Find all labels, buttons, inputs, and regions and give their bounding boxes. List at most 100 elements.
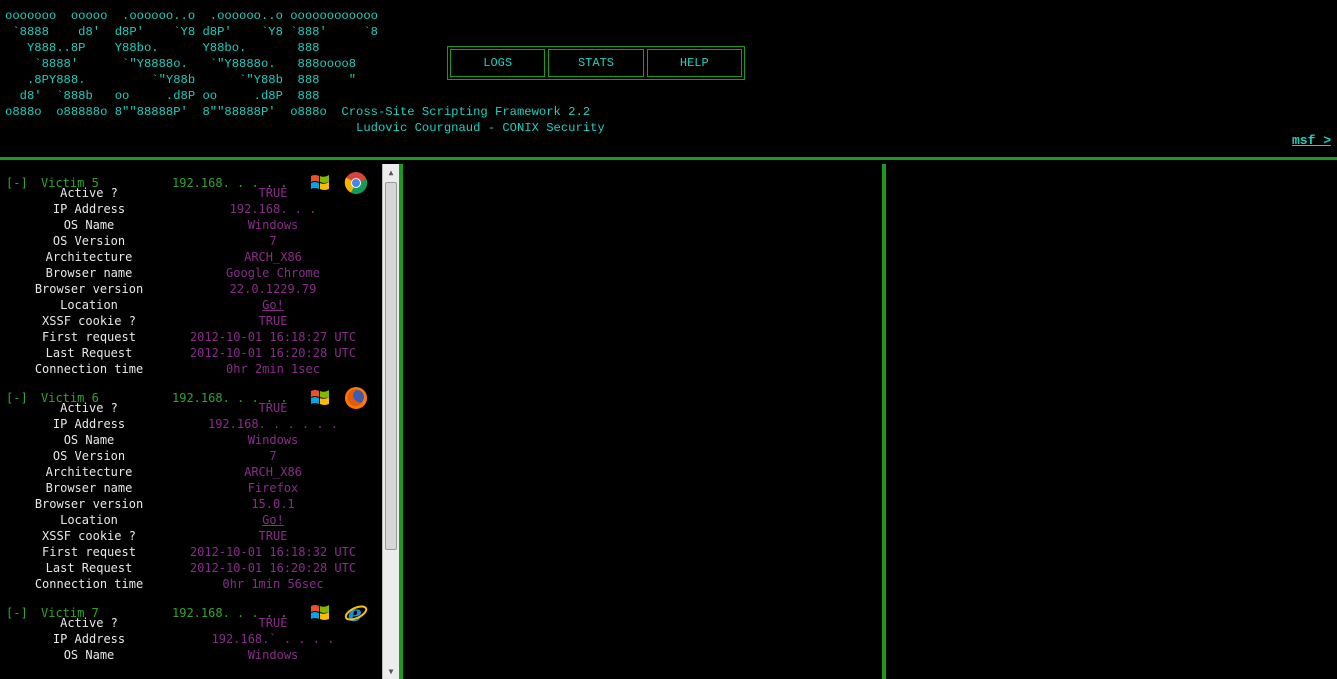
field-value: ARCH_X86 <box>244 250 302 264</box>
victims-panel: [-] Victim 5 192.168. . . . . Active ? T… <box>0 164 382 679</box>
victim-field-row: IP Address 192.168. . . . . . <box>0 417 382 433</box>
victim-field-row: First request 2012-10-01 16:18:27 UTC <box>0 330 382 346</box>
victim-field-row: Connection time 0hr 2min 1sec <box>0 362 382 378</box>
field-label: OS Name <box>63 433 115 447</box>
field-label: Active ? <box>60 401 118 415</box>
field-value: TRUE <box>258 401 288 415</box>
field-value: 2012-10-01 16:20:28 UTC <box>189 561 357 575</box>
field-value: Windows <box>247 218 299 232</box>
panel-divider-left <box>399 164 403 679</box>
field-value: TRUE <box>258 529 288 543</box>
victim-header: [-] Victim 6 192.168. . . . . <box>0 379 382 409</box>
victim-field-row: Last Request 2012-10-01 16:20:28 UTC <box>0 561 382 577</box>
victim-field-row: Architecture ARCH_X86 <box>0 465 382 481</box>
location-go-link[interactable]: Go! <box>180 298 366 312</box>
field-value: 7 <box>269 449 277 463</box>
field-label: XSSF cookie ? <box>42 314 136 328</box>
victim-field-row: Active ? TRUE <box>0 401 382 417</box>
field-value: 0hr 2min 1sec <box>226 362 320 376</box>
field-value: TRUE <box>258 616 288 630</box>
field-value: 192.168.` . . . . <box>211 632 335 646</box>
victim-field-row: Connection time 0hr 1min 56sec <box>0 577 382 593</box>
scroll-thumb[interactable] <box>385 182 397 550</box>
victim-field-row: XSSF cookie ? TRUE <box>0 529 382 545</box>
scroll-down-arrow-icon[interactable]: ▼ <box>383 663 399 679</box>
field-label: IP Address <box>52 632 126 646</box>
field-value: TRUE <box>258 314 288 328</box>
field-value: 2012-10-01 16:18:32 UTC <box>189 545 357 559</box>
field-label: Last Request <box>45 561 133 575</box>
victim-field-row: Browser version 22.0.1229.79 <box>0 282 382 298</box>
msf-link[interactable]: msf > <box>1292 133 1331 148</box>
field-label: First request <box>42 545 136 559</box>
victim-field-row: Location Go! <box>0 298 382 314</box>
field-label: Location <box>60 298 118 312</box>
victim-field-row: Browser version 15.0.1 <box>0 497 382 513</box>
victim-block: [-] Victim 6 192.168. . . . . Active ? T… <box>0 379 382 594</box>
field-value: 0hr 1min 56sec <box>222 577 324 591</box>
main-nav: LOGS STATS HELP <box>447 46 745 80</box>
location-go-link[interactable]: Go! <box>180 513 366 527</box>
field-label: Architecture <box>45 250 133 264</box>
field-value: Windows <box>247 648 299 662</box>
victim-field-row: Last Request 2012-10-01 16:20:28 UTC <box>0 346 382 362</box>
field-value: Google Chrome <box>226 266 320 280</box>
field-value: 7 <box>269 234 277 248</box>
victim-field-row: IP Address 192.168.` . . . . <box>0 632 382 648</box>
field-label: Active ? <box>60 616 118 630</box>
field-label: Browser version <box>34 497 144 511</box>
field-label: XSSF cookie ? <box>42 529 136 543</box>
victim-field-row: OS Version 7 <box>0 449 382 465</box>
field-label: OS Name <box>63 218 115 232</box>
scroll-up-arrow-icon[interactable]: ▲ <box>383 164 399 180</box>
victim-field-row: OS Name Windows <box>0 218 382 234</box>
help-button[interactable]: HELP <box>646 49 742 77</box>
field-label: OS Version <box>52 234 126 248</box>
field-value: 2012-10-01 16:18:27 UTC <box>189 330 357 344</box>
header-divider <box>0 157 1337 160</box>
field-value: 192.168. . . . . . <box>207 417 339 431</box>
victim-field-row: Location Go! <box>0 513 382 529</box>
victim-block: [-] Victim 7 192.168. . . . . e Active ?… <box>0 594 382 665</box>
victim-field-row: Browser name Google Chrome <box>0 266 382 282</box>
victim-header: [-] Victim 7 192.168. . . . . e <box>0 594 382 627</box>
victim-field-row: OS Name Windows <box>0 433 382 449</box>
victim-field-row: Browser name Firefox <box>0 481 382 497</box>
field-value: Firefox <box>247 481 299 495</box>
field-value: 192.168. . . <box>229 202 317 216</box>
victim-header: [-] Victim 5 192.168. . . . . <box>0 164 382 194</box>
victim-field-row: OS Name Windows <box>0 648 382 664</box>
field-label: Browser version <box>34 282 144 296</box>
logs-button[interactable]: LOGS <box>450 49 546 77</box>
field-label: First request <box>42 330 136 344</box>
panel-divider-right <box>882 164 886 679</box>
victim-field-row: Architecture ARCH_X86 <box>0 250 382 266</box>
field-label: OS Name <box>63 648 115 662</box>
victim-field-row: First request 2012-10-01 16:18:32 UTC <box>0 545 382 561</box>
field-label: Connection time <box>34 362 144 376</box>
field-label: Browser name <box>45 266 133 280</box>
field-value: 22.0.1229.79 <box>229 282 317 296</box>
field-label: Active ? <box>60 186 118 200</box>
field-value: ARCH_X86 <box>244 465 302 479</box>
victim-block: [-] Victim 5 192.168. . . . . Active ? T… <box>0 164 382 379</box>
field-value: Windows <box>247 433 299 447</box>
field-label: Last Request <box>45 346 133 360</box>
field-label: Architecture <box>45 465 133 479</box>
victims-scrollbar[interactable]: ▲ ▼ <box>382 164 399 679</box>
field-label: Browser name <box>45 481 133 495</box>
victim-field-row: XSSF cookie ? TRUE <box>0 314 382 330</box>
field-label: IP Address <box>52 417 126 431</box>
field-label: Location <box>60 513 118 527</box>
field-value: 15.0.1 <box>251 497 295 511</box>
victim-field-row: OS Version 7 <box>0 234 382 250</box>
field-label: OS Version <box>52 449 126 463</box>
victim-field-row: Active ? TRUE <box>0 616 382 632</box>
victim-field-row: Active ? TRUE <box>0 186 382 202</box>
victim-field-row: IP Address 192.168. . . <box>0 202 382 218</box>
field-label: IP Address <box>52 202 126 216</box>
field-label: Connection time <box>34 577 144 591</box>
field-value: 2012-10-01 16:20:28 UTC <box>189 346 357 360</box>
field-value: TRUE <box>258 186 288 200</box>
stats-button[interactable]: STATS <box>548 49 644 77</box>
